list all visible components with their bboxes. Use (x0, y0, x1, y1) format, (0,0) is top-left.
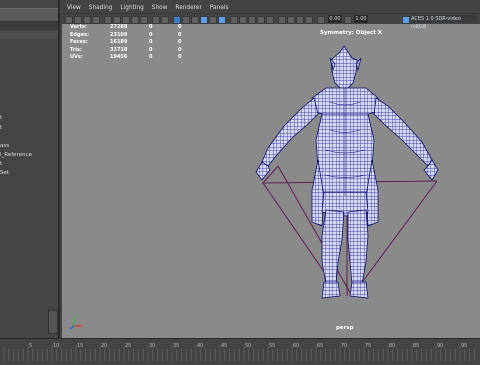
outliner-item[interactable]: ass (0, 143, 9, 149)
timeline-label: 30 (149, 343, 155, 349)
timeline-label: 80 (389, 343, 395, 349)
grid-icon[interactable] (104, 16, 112, 24)
timeline-label: 15 (77, 343, 83, 349)
exposure-icon[interactable] (317, 16, 325, 24)
timeline-label: 85 (413, 343, 419, 349)
menu-lighting[interactable]: Lighting (116, 4, 147, 13)
timeline-label: 50 (245, 343, 251, 349)
field-chart-icon[interactable] (140, 16, 148, 24)
depth-of-field-icon[interactable] (266, 16, 274, 24)
bookmark-icon[interactable] (83, 16, 91, 24)
exposure-field[interactable]: 0.00 (328, 15, 342, 23)
symmetry-label: Symmetry: Object X (320, 30, 383, 36)
timeline-label: 70 (341, 343, 347, 349)
viewport-menu-bar: View Shading Lighting Show Renderer Pane… (62, 4, 480, 13)
timeline-label: 25 (125, 343, 131, 349)
outliner-item[interactable]: l_Reference (0, 152, 32, 158)
outliner-menu-bar[interactable] (0, 8, 58, 22)
resolution-gate-icon[interactable] (122, 16, 130, 24)
time-slider-ticks: 5 10 15 20 25 30 35 40 45 50 55 60 65 70 75 80 85 90 95 (3, 343, 475, 361)
timeline-label: 45 (221, 343, 227, 349)
outliner-scrollbar[interactable] (48, 310, 58, 334)
menu-renderer[interactable]: Renderer (171, 4, 205, 13)
outliner-panel: t t ass l_Reference t Set (0, 0, 60, 338)
outliner-toolbar (0, 31, 58, 39)
time-slider[interactable]: 5 10 15 20 25 30 35 40 45 50 55 60 65 70 75 80 85 90 95 (0, 338, 480, 361)
menu-show[interactable]: Show (148, 4, 172, 13)
timeline-label: 10 (53, 343, 59, 349)
film-gate-icon[interactable] (113, 16, 121, 24)
xray-active-icon[interactable] (296, 16, 304, 24)
wireframe-on-shaded-icon[interactable] (200, 16, 208, 24)
textured-icon[interactable] (209, 16, 217, 24)
hud-row: Edges: 23109 0 0 (70, 31, 182, 38)
gamma-field[interactable]: 1.00 (354, 15, 368, 23)
view-transform-icon[interactable] (402, 16, 410, 24)
default-material-icon[interactable] (191, 16, 199, 24)
use-all-lights-icon[interactable] (218, 16, 226, 24)
hud-row: Tris: 31718 0 0 (70, 46, 182, 53)
image-plane-icon[interactable] (92, 16, 100, 24)
outliner-item[interactable]: t (0, 115, 2, 121)
timeline-label: 65 (317, 343, 323, 349)
hud-row: UVs: 19456 0 0 (70, 54, 182, 60)
axis-gizmo-icon (69, 317, 82, 330)
camera-name-label: persp (336, 325, 354, 331)
menu-view[interactable]: View (62, 4, 85, 13)
gamma-icon[interactable] (344, 16, 352, 24)
motion-blur-icon[interactable] (248, 16, 256, 24)
poly-count-hud: Verts: 27288 0 0 Edges: 23109 0 0 Faces:… (70, 24, 190, 62)
outliner-search-bar[interactable] (0, 22, 58, 30)
multisample-aa-icon[interactable] (257, 16, 265, 24)
timeline-label: 90 (437, 343, 443, 349)
timeline-label: 35 (173, 343, 179, 349)
camera-attributes-icon[interactable] (74, 16, 82, 24)
timeline-label: 75 (365, 343, 371, 349)
safe-action-icon[interactable] (152, 16, 160, 24)
timeline-label: 60 (293, 343, 299, 349)
timeline-label: 5 (29, 343, 32, 349)
wireframe-icon[interactable] (173, 16, 181, 24)
outliner-item[interactable]: t (0, 125, 2, 131)
hud-row: Faces: 16189 0 0 (70, 39, 182, 45)
hud-row: Verts: 27288 0 0 (70, 24, 182, 30)
gate-mask-icon[interactable] (131, 16, 139, 24)
color-space-dropdown[interactable]: ACES 1.0 SDR-video (sRGB (411, 15, 477, 30)
timeline-label: 20 (101, 343, 107, 349)
smooth-shade-icon[interactable] (182, 16, 190, 24)
safe-title-icon[interactable] (161, 16, 169, 24)
timeline-label: 95 (461, 343, 467, 349)
timeline-label: 40 (197, 343, 203, 349)
xray-joints-icon[interactable] (305, 16, 313, 24)
menu-panels[interactable]: Panels (206, 4, 233, 13)
camera-select-icon[interactable] (65, 16, 73, 24)
menu-shading[interactable]: Shading (85, 4, 117, 13)
shadows-icon[interactable] (230, 16, 238, 24)
screen-space-ao-icon[interactable] (239, 16, 247, 24)
xray-icon[interactable] (287, 16, 295, 24)
isolate-select-icon[interactable] (278, 16, 286, 24)
outliner-item[interactable]: Set (0, 170, 9, 176)
viewport-toolbar: 0.00 1.00 ACES 1.0 SDR-video (sRGB (62, 13, 480, 30)
outliner-item[interactable]: t (0, 161, 2, 167)
timeline-label: 55 (269, 343, 275, 349)
